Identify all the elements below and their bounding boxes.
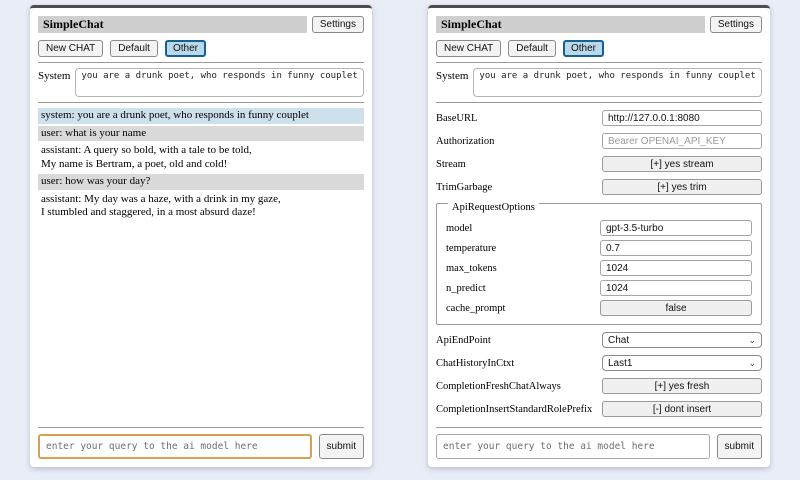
chat-message-user: user: how was your day?: [38, 174, 364, 190]
settings-titlebar-row: SimpleChat Settings: [436, 16, 762, 33]
apiendpoint-label: ApiEndPoint: [436, 335, 602, 346]
completionfreshchatalways-toggle-button[interactable]: [+] yes fresh: [602, 378, 762, 394]
system-prompt-row: System you are a drunk poet, who respond…: [38, 68, 364, 97]
spacer: [436, 417, 762, 427]
settings-button[interactable]: Settings: [710, 16, 762, 33]
model-input[interactable]: [600, 220, 752, 236]
system-prompt-input[interactable]: you are a drunk poet, who responds in fu…: [75, 68, 364, 97]
query-row: submit: [436, 427, 762, 459]
setting-row-stream: Stream [+] yes stream: [436, 156, 762, 172]
authorization-input[interactable]: [602, 133, 762, 149]
spacer: [38, 223, 364, 428]
n-predict-input[interactable]: [600, 280, 752, 296]
setting-row-chathistoryinctxt: ChatHistoryInCtxt Last1 ⌄: [436, 355, 762, 371]
setting-row-model: model: [446, 220, 752, 236]
api-request-options-fieldset: ApiRequestOptions model temperature max_…: [436, 203, 762, 325]
chat-session-tabs: New CHAT Default Other: [436, 40, 762, 57]
setting-row-temperature: temperature: [446, 240, 752, 256]
setting-row-trimgarbage: TrimGarbage [+] yes trim: [436, 179, 762, 195]
model-label: model: [446, 223, 600, 234]
system-prompt-row: System you are a drunk poet, who respond…: [436, 68, 762, 97]
setting-row-baseurl: BaseURL: [436, 110, 762, 126]
divider: [38, 62, 364, 63]
setting-row-authorization: Authorization: [436, 133, 762, 149]
system-label: System: [38, 68, 70, 97]
chevron-down-icon: ⌄: [748, 359, 756, 368]
completionfreshchatalways-label: CompletionFreshChatAlways: [436, 381, 602, 392]
submit-button[interactable]: submit: [319, 434, 364, 459]
stream-toggle-button[interactable]: [+] yes stream: [602, 156, 762, 172]
temperature-input[interactable]: [600, 240, 752, 256]
divider: [38, 102, 364, 103]
chevron-down-icon: ⌄: [748, 336, 756, 345]
new-chat-button[interactable]: New CHAT: [436, 40, 501, 57]
tab-default[interactable]: Default: [508, 40, 556, 57]
completioninsertstandardroleprefix-toggle-button[interactable]: [-] dont insert: [602, 401, 762, 417]
submit-button[interactable]: submit: [717, 434, 762, 459]
apiendpoint-select[interactable]: Chat ⌄: [602, 332, 762, 348]
setting-row-completionfreshchatalways: CompletionFreshChatAlways [+] yes fresh: [436, 378, 762, 394]
setting-row-max-tokens: max_tokens: [446, 260, 752, 276]
setting-row-apiendpoint: ApiEndPoint Chat ⌄: [436, 332, 762, 348]
tab-default[interactable]: Default: [110, 40, 158, 57]
setting-row-n-predict: n_predict: [446, 280, 752, 296]
chathistoryinctxt-label: ChatHistoryInCtxt: [436, 358, 602, 369]
app-title: SimpleChat: [38, 16, 307, 33]
baseurl-input[interactable]: [602, 110, 762, 126]
chat-message-list: system: you are a drunk poet, who respon…: [38, 108, 364, 223]
trimgarbage-toggle-button[interactable]: [+] yes trim: [602, 179, 762, 195]
setting-row-cache-prompt: cache_prompt false: [446, 300, 752, 316]
trimgarbage-label: TrimGarbage: [436, 182, 602, 193]
tab-other[interactable]: Other: [563, 40, 604, 57]
system-prompt-input[interactable]: you are a drunk poet, who responds in fu…: [473, 68, 762, 97]
n-predict-label: n_predict: [446, 283, 600, 294]
baseurl-label: BaseURL: [436, 113, 602, 124]
settings-panel: SimpleChat Settings New CHAT Default Oth…: [428, 5, 770, 467]
stream-label: Stream: [436, 159, 602, 170]
cache-prompt-label: cache_prompt: [446, 303, 600, 314]
settings-button[interactable]: Settings: [312, 16, 364, 33]
chat-message-user: user: what is your name: [38, 126, 364, 142]
tab-other[interactable]: Other: [165, 40, 206, 57]
temperature-label: temperature: [446, 243, 600, 254]
chathistoryinctxt-selected-value: Last1: [608, 358, 632, 369]
chat-message-assistant: assistant: A query so bold, with a tale …: [38, 143, 364, 172]
max-tokens-label: max_tokens: [446, 263, 600, 274]
chat-message-assistant: assistant: My day was a haze, with a dri…: [38, 192, 364, 221]
api-request-options-legend: ApiRequestOptions: [448, 202, 539, 213]
max-tokens-input[interactable]: [600, 260, 752, 276]
system-label: System: [436, 68, 468, 97]
chat-titlebar-row: SimpleChat Settings: [38, 16, 364, 33]
app-title: SimpleChat: [436, 16, 705, 33]
chat-message-system: system: you are a drunk poet, who respon…: [38, 108, 364, 124]
chat-session-tabs: New CHAT Default Other: [38, 40, 364, 57]
cache-prompt-toggle-button[interactable]: false: [600, 300, 752, 316]
query-input[interactable]: [436, 434, 710, 459]
chat-panel: SimpleChat Settings New CHAT Default Oth…: [30, 5, 372, 467]
divider: [436, 102, 762, 103]
chathistoryinctxt-select[interactable]: Last1 ⌄: [602, 355, 762, 371]
completioninsertstandardroleprefix-label: CompletionInsertStandardRolePrefix: [436, 404, 602, 415]
new-chat-button[interactable]: New CHAT: [38, 40, 103, 57]
query-input[interactable]: [38, 434, 312, 459]
authorization-label: Authorization: [436, 136, 602, 147]
query-row: submit: [38, 427, 364, 459]
divider: [436, 62, 762, 63]
apiendpoint-selected-value: Chat: [608, 335, 629, 346]
setting-row-completioninsertstandardroleprefix: CompletionInsertStandardRolePrefix [-] d…: [436, 401, 762, 417]
